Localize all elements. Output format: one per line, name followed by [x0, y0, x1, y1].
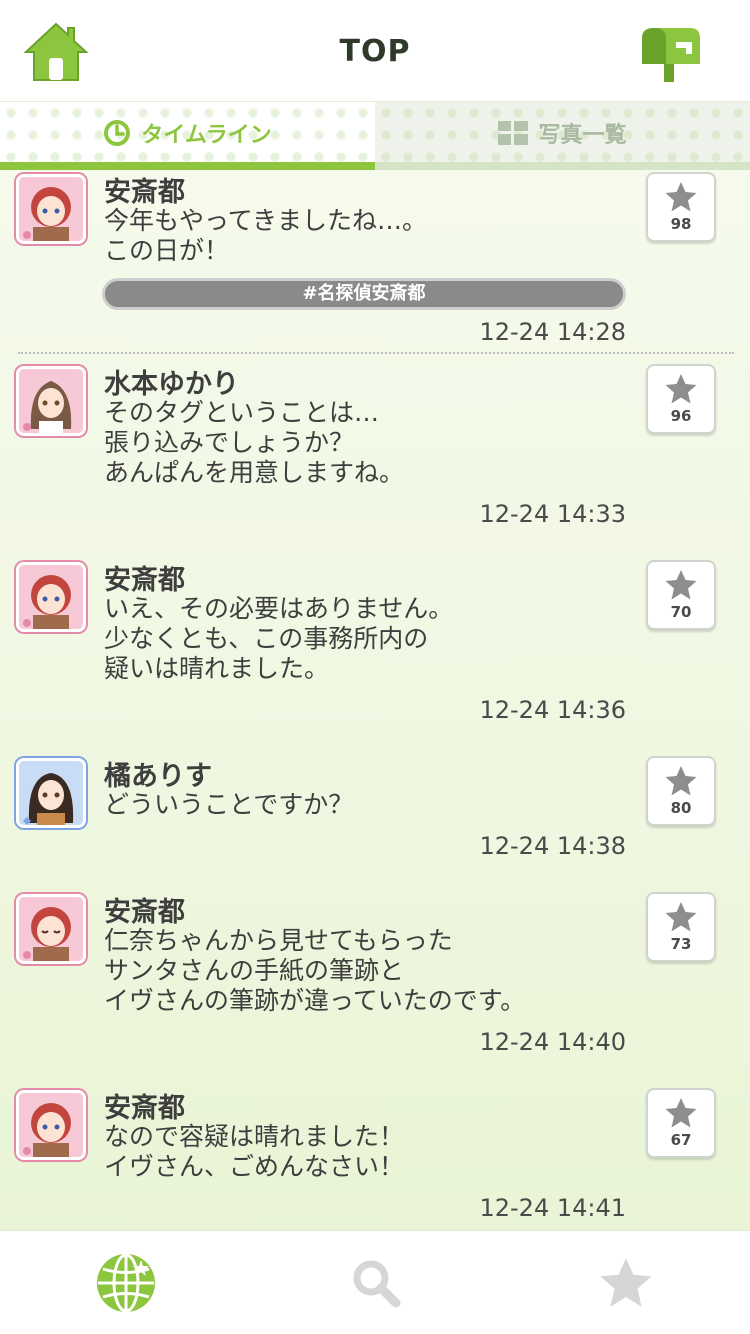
header-bar: TOP	[0, 0, 750, 102]
timeline-post: 安斎都 なので容疑は晴れました！ イヴさん、ごめんなさい！ 12-24 14:4…	[0, 1086, 750, 1230]
star-icon	[665, 1098, 697, 1128]
star-button[interactable]: 73	[646, 892, 716, 962]
post-timestamp: 12-24 14:33	[479, 500, 626, 528]
timeline-list[interactable]: 安斎都 今年もやってきましたね…。 この日が！ #名探偵安斎都 12-24 14…	[0, 170, 750, 1230]
divider	[18, 352, 734, 354]
post-author: 橘ありす	[104, 761, 212, 792]
star-icon	[665, 766, 697, 796]
post-author: 安斎都	[104, 1093, 185, 1124]
tab-active-indicator	[0, 162, 375, 170]
avatar[interactable]	[16, 366, 86, 436]
post-timestamp: 12-24 14:41	[479, 1194, 626, 1222]
star-icon	[665, 902, 697, 932]
star-icon	[665, 182, 697, 212]
star-count: 98	[670, 215, 692, 233]
star-button[interactable]: 96	[646, 364, 716, 434]
post-text: 今年もやってきましたね…。 この日が！	[104, 206, 428, 265]
star-icon	[600, 1258, 652, 1307]
avatar[interactable]	[16, 1090, 86, 1160]
star-count: 80	[670, 799, 692, 817]
star-count: 70	[670, 603, 692, 621]
post-author: 安斎都	[104, 177, 185, 208]
post-timestamp: 12-24 14:40	[479, 1028, 626, 1056]
nav-favorites-button[interactable]	[594, 1251, 658, 1315]
globe-icon	[97, 1253, 155, 1313]
nav-search-button[interactable]	[344, 1251, 408, 1315]
tab-timeline-label: タイムライン	[141, 123, 272, 148]
timeline-post: 安斎都 仁奈ちゃんから見せてもらった サンタさんの手紙の筆跡と イヴさんの筆跡が…	[0, 890, 750, 1060]
tab-timeline[interactable]: タイムライン	[0, 102, 375, 164]
avatar[interactable]	[16, 562, 86, 632]
timeline-post: 水本ゆかり そのタグということは… 張り込みでしょうか？ あんぱんを用意しますね…	[0, 362, 750, 532]
hashtag-tag[interactable]: #名探偵安斎都	[102, 278, 626, 310]
clock-icon	[103, 119, 131, 147]
star-button[interactable]: 70	[646, 560, 716, 630]
search-icon	[353, 1260, 401, 1308]
nav-timeline-button[interactable]	[94, 1251, 158, 1315]
post-timestamp: 12-24 14:28	[479, 318, 626, 346]
post-text: なので容疑は晴れました！ イヴさん、ごめんなさい！	[104, 1122, 405, 1181]
post-timestamp: 12-24 14:36	[479, 696, 626, 724]
post-text: いえ、その必要はありません。 少なくとも、この事務所内の 疑いは晴れました。	[104, 594, 454, 683]
avatar[interactable]	[16, 174, 86, 244]
star-button[interactable]: 80	[646, 756, 716, 826]
star-count: 96	[670, 407, 692, 425]
post-timestamp: 12-24 14:38	[479, 832, 626, 860]
avatar[interactable]	[16, 894, 86, 964]
mailbox-icon	[642, 28, 700, 82]
star-button[interactable]: 67	[646, 1088, 716, 1158]
tab-photos[interactable]: 写真一覧	[375, 102, 750, 164]
post-author: 水本ゆかり	[104, 369, 239, 400]
star-icon	[665, 570, 697, 600]
star-button[interactable]: 98	[646, 172, 716, 242]
star-icon	[665, 374, 697, 404]
tab-bar: タイムライン 写真一覧	[0, 102, 750, 170]
post-text: そのタグということは… 張り込みでしょうか？ あんぱんを用意しますね。	[104, 398, 405, 487]
tab-photos-label: 写真一覧	[538, 123, 627, 148]
timeline-post: 安斎都 いえ、その必要はありません。 少なくとも、この事務所内の 疑いは晴れまし…	[0, 558, 750, 728]
mailbox-button[interactable]	[638, 24, 704, 84]
post-text: 仁奈ちゃんから見せてもらった サンタさんの手紙の筆跡と イヴさんの筆跡が違ってい…	[104, 926, 526, 1015]
star-count: 73	[670, 935, 692, 953]
grid-icon	[498, 121, 529, 145]
avatar[interactable]	[16, 758, 86, 828]
bottom-nav	[0, 1230, 750, 1334]
post-author: 安斎都	[104, 565, 185, 596]
star-count: 67	[670, 1131, 692, 1149]
timeline-post: 安斎都 今年もやってきましたね…。 この日が！ #名探偵安斎都 12-24 14…	[0, 170, 750, 350]
post-text: どういうことですか？	[104, 790, 354, 819]
timeline-post: 橘ありす どういうことですか？ 12-24 14:38 80	[0, 754, 750, 864]
post-author: 安斎都	[104, 897, 185, 928]
